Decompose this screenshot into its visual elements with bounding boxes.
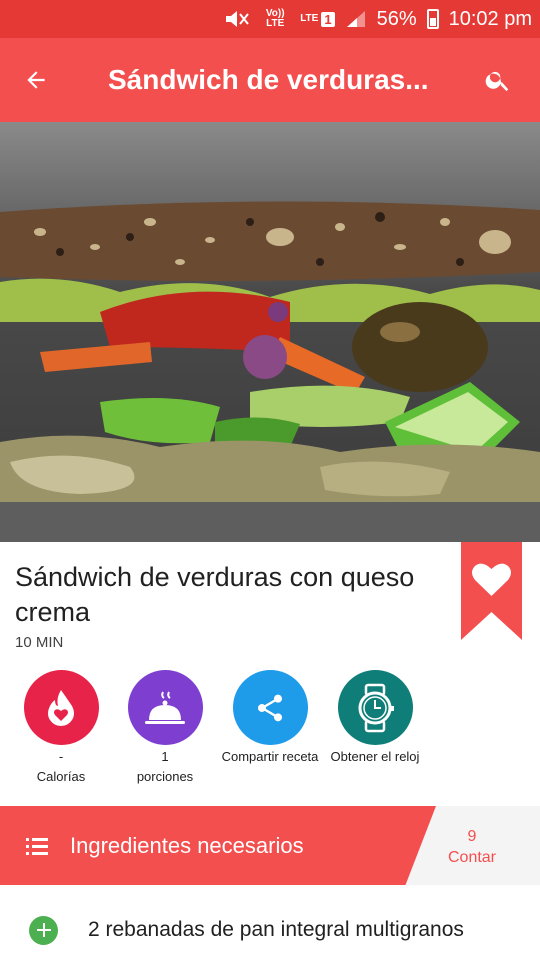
ingredients-tab[interactable]: Ingredientes necesarios xyxy=(0,806,436,885)
list-icon xyxy=(26,837,48,855)
plus-icon xyxy=(36,923,51,937)
calories-value: - xyxy=(58,749,64,764)
share-recipe-action[interactable]: Compartir receta xyxy=(220,670,320,765)
add-ingredient-button[interactable] xyxy=(29,915,58,945)
share-circle xyxy=(232,670,308,745)
watch-icon xyxy=(358,683,394,732)
favorite-button[interactable] xyxy=(461,542,522,640)
flame-heart-icon xyxy=(48,689,74,726)
servings-action[interactable]: 1 porciones xyxy=(115,670,215,785)
cloche-icon xyxy=(145,691,185,724)
ingredients-header: Ingredientes necesarios 9 Contar xyxy=(0,806,540,885)
get-watch-action[interactable]: Obtener el reloj xyxy=(325,670,425,765)
get-watch-label: Obtener el reloj xyxy=(330,749,420,764)
ingredient-count[interactable]: 9 Contar xyxy=(420,806,524,885)
servings-value: 1 xyxy=(161,749,169,764)
ingredient-count-value: 9 xyxy=(467,828,477,845)
ingredient-count-label: Contar xyxy=(447,849,497,866)
calories-circle xyxy=(23,670,99,745)
recipe-time: 10 MIN xyxy=(15,634,64,651)
battery-icon xyxy=(426,9,439,29)
servings-circle xyxy=(127,670,203,745)
lte-indicator: LTE xyxy=(300,13,319,24)
search-icon xyxy=(485,71,509,92)
status-bar: Vo)) LTE LTE 1 56% 10:02 pm xyxy=(0,0,540,38)
ingredients-label: Ingredientes necesarios xyxy=(70,832,304,858)
recipe-title: Sándwich de verduras con queso crema xyxy=(15,562,415,627)
watch-circle xyxy=(337,670,413,745)
servings-label: porciones xyxy=(136,769,194,784)
calories-action[interactable]: - Calorías xyxy=(11,670,111,785)
signal-icon xyxy=(345,9,367,29)
share-icon xyxy=(257,694,282,721)
app-bar-title: Sándwich de verduras... xyxy=(108,64,429,95)
list-item: 2 rebanadas de pan integral multigranos xyxy=(0,900,540,960)
search-button[interactable] xyxy=(456,38,540,122)
ingredient-text: 2 rebanadas de pan integral multigranos xyxy=(88,918,464,941)
share-recipe-label: Compartir receta xyxy=(221,749,319,764)
battery-percent: 56% xyxy=(376,7,417,30)
calories-label: Calorías xyxy=(36,769,86,784)
clock: 10:02 pm xyxy=(448,7,532,30)
recipe-actions: - Calorías 1 porciones Compartir receta xyxy=(0,670,540,790)
volte-indicator: Vo)) LTE xyxy=(265,8,285,29)
app-bar: Sándwich de verduras... xyxy=(0,38,540,122)
recipe-hero-image xyxy=(0,122,540,542)
sim-indicator: 1 xyxy=(321,11,335,27)
back-button[interactable] xyxy=(0,38,72,122)
mute-icon xyxy=(224,9,250,29)
arrow-back-icon xyxy=(27,71,45,89)
